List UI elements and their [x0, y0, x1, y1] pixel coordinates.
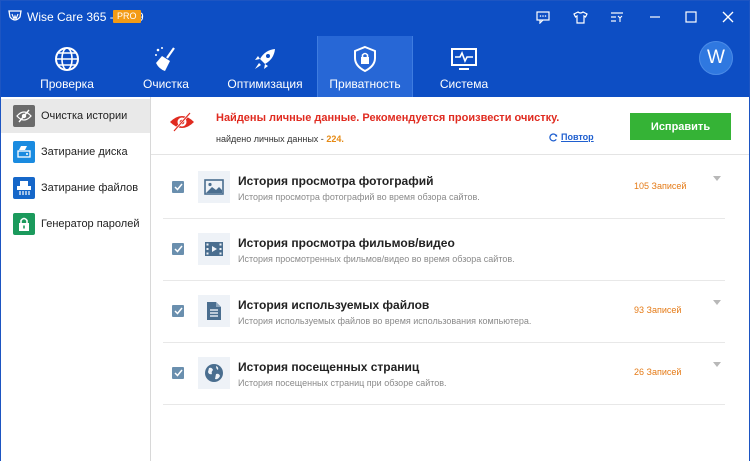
tab-check-label: Проверка — [40, 77, 94, 91]
avatar[interactable]: W — [699, 41, 733, 75]
tab-optimize[interactable]: Оптимизация — [217, 36, 313, 97]
app-logo-icon — [8, 10, 22, 21]
tab-optimize-label: Оптимизация — [227, 77, 303, 91]
item-title: История просмотра фильмов/видео — [238, 236, 455, 250]
main-nav: Проверка Очистка Оптимизация Приватность… — [1, 36, 749, 97]
tab-clean[interactable]: Очистка — [118, 36, 214, 97]
monitor-pulse-icon — [451, 48, 477, 70]
feedback-icon[interactable] — [532, 6, 554, 28]
document-icon — [198, 295, 230, 327]
item-checkbox[interactable] — [172, 181, 184, 193]
retry-link[interactable]: Повтор — [549, 132, 594, 142]
globe-icon — [198, 357, 230, 389]
item-count: 93 Записей — [634, 305, 682, 315]
item-title: История используемых файлов — [238, 298, 430, 312]
list-item: История просмотра фотографий История про… — [163, 157, 725, 219]
tab-clean-label: Очистка — [143, 77, 189, 91]
chevron-down-icon[interactable] — [713, 300, 721, 306]
sidebar-item-disk-wipe[interactable]: Затирание диска — [1, 135, 150, 169]
globe-check-icon — [55, 47, 79, 71]
titlebar: Wise Care 365 - 5.1.9 PRO — [1, 1, 749, 33]
list-item: История используемых файлов История испо… — [163, 281, 725, 343]
menu-icon[interactable] — [606, 6, 628, 28]
chevron-down-icon[interactable] — [713, 176, 721, 182]
sidebar-item-file-shred[interactable]: Затирание файлов — [1, 171, 150, 205]
tab-privacy-label: Приватность — [329, 77, 401, 91]
disk-eraser-icon — [13, 141, 35, 163]
alert-bar: Найдены личные данные. Рекомендуется про… — [151, 97, 749, 155]
retry-label: Повтор — [561, 132, 594, 142]
item-count: 26 Записей — [634, 367, 682, 377]
item-count: 105 Записей — [634, 181, 687, 191]
fix-button[interactable]: Исправить — [630, 113, 731, 140]
sidebar-item-label: Генератор паролей — [41, 218, 140, 230]
item-checkbox[interactable] — [172, 305, 184, 317]
item-checkbox[interactable] — [172, 243, 184, 255]
broom-icon — [155, 47, 175, 71]
sidebar-item-label: Затирание файлов — [41, 182, 139, 194]
sidebar: Очистка истории Затирание диска Затирани… — [1, 97, 151, 461]
image-icon — [198, 171, 230, 203]
skin-icon[interactable] — [569, 6, 591, 28]
close-icon[interactable] — [717, 6, 739, 28]
sidebar-item-password-gen[interactable]: Генератор паролей — [1, 207, 150, 241]
app-window: Wise Care 365 - 5.1.9 PRO Проверка Очист… — [0, 0, 750, 461]
shredder-icon — [13, 177, 35, 199]
maximize-icon[interactable] — [680, 6, 702, 28]
item-description: История просмотренных фильмов/видео во в… — [238, 254, 515, 264]
eye-off-icon — [13, 105, 35, 127]
tab-privacy[interactable]: Приватность — [317, 36, 413, 97]
found-count: 224. — [326, 134, 344, 144]
tab-check[interactable]: Проверка — [19, 36, 115, 97]
alert-summary-label: найдено личных данных - — [216, 134, 324, 144]
eye-off-alert-icon — [170, 112, 194, 132]
item-checkbox[interactable] — [172, 367, 184, 379]
item-description: История используемых файлов во время исп… — [238, 316, 532, 326]
sidebar-item-label: Затирание диска — [41, 146, 128, 158]
minimize-icon[interactable] — [644, 6, 666, 28]
chevron-down-icon[interactable] — [713, 362, 721, 368]
sidebar-item-history-clean[interactable]: Очистка истории — [1, 99, 150, 133]
item-description: История посещенных страниц при обзоре са… — [238, 378, 447, 388]
alert-title: Найдены личные данные. Рекомендуется про… — [216, 112, 560, 124]
item-title: История посещенных страниц — [238, 360, 420, 374]
lock-icon — [13, 213, 35, 235]
rocket-icon — [255, 49, 275, 69]
pro-badge: PRO — [113, 10, 141, 23]
tab-system-label: Система — [439, 77, 489, 91]
tab-system[interactable]: Система — [416, 36, 512, 97]
list-item: История просмотра фильмов/видео История … — [163, 219, 725, 281]
alert-summary: найдено личных данных - 224. — [216, 134, 344, 144]
main-panel: Найдены личные данные. Рекомендуется про… — [151, 97, 749, 461]
item-title: История просмотра фотографий — [238, 174, 434, 188]
list-item: История посещенных страниц История посещ… — [163, 343, 725, 405]
shield-lock-icon — [354, 45, 376, 73]
refresh-icon — [549, 132, 558, 141]
header: Wise Care 365 - 5.1.9 PRO Проверка Очист… — [1, 1, 749, 97]
video-icon — [198, 233, 230, 265]
item-description: История просмотра фотографий во время об… — [238, 192, 480, 202]
sidebar-item-label: Очистка истории — [41, 110, 128, 122]
